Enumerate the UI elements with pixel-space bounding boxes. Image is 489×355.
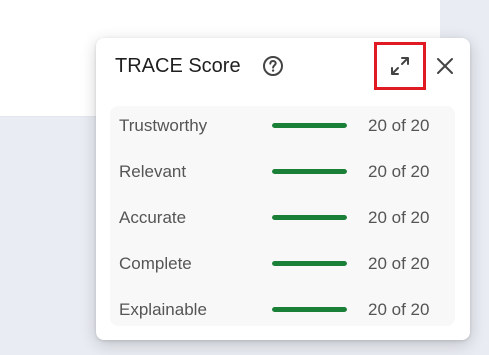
score-bar <box>272 261 347 266</box>
score-bar <box>272 215 347 220</box>
help-icon[interactable] <box>262 55 284 77</box>
score-value: 20 of 20 <box>368 116 430 135</box>
score-bar <box>272 123 347 128</box>
score-bar-fill <box>272 123 347 128</box>
trace-score-popover: TRACE Score Trustworthy 20 of 20 Relevan… <box>96 38 470 340</box>
score-label: Explainable <box>119 300 207 319</box>
score-bar <box>272 169 347 174</box>
score-row-accurate: Accurate 20 of 20 <box>110 198 455 244</box>
score-bar-fill <box>272 307 347 312</box>
close-button[interactable] <box>433 54 457 78</box>
expand-button[interactable] <box>374 42 426 90</box>
score-label: Trustworthy <box>119 116 208 135</box>
score-row-trustworthy: Trustworthy 20 of 20 <box>110 106 455 152</box>
popover-title: TRACE Score <box>115 55 241 77</box>
score-value: 20 of 20 <box>368 254 430 273</box>
score-value: 20 of 20 <box>368 300 430 319</box>
score-bar-fill <box>272 169 347 174</box>
score-value: 20 of 20 <box>368 208 430 227</box>
score-row-complete: Complete 20 of 20 <box>110 244 455 290</box>
score-bar-fill <box>272 261 347 266</box>
score-label: Complete <box>119 254 192 273</box>
score-bar <box>272 307 347 312</box>
score-row-explainable: Explainable 20 of 20 <box>110 290 455 336</box>
score-row-relevant: Relevant 20 of 20 <box>110 152 455 198</box>
score-bar-fill <box>272 215 347 220</box>
expand-arrows-icon <box>391 57 409 75</box>
score-label: Relevant <box>119 162 187 181</box>
score-list: Trustworthy 20 of 20 Relevant 20 of 20 A… <box>110 106 455 326</box>
score-label: Accurate <box>119 208 187 227</box>
close-x-icon <box>437 58 453 74</box>
score-value: 20 of 20 <box>368 162 430 181</box>
